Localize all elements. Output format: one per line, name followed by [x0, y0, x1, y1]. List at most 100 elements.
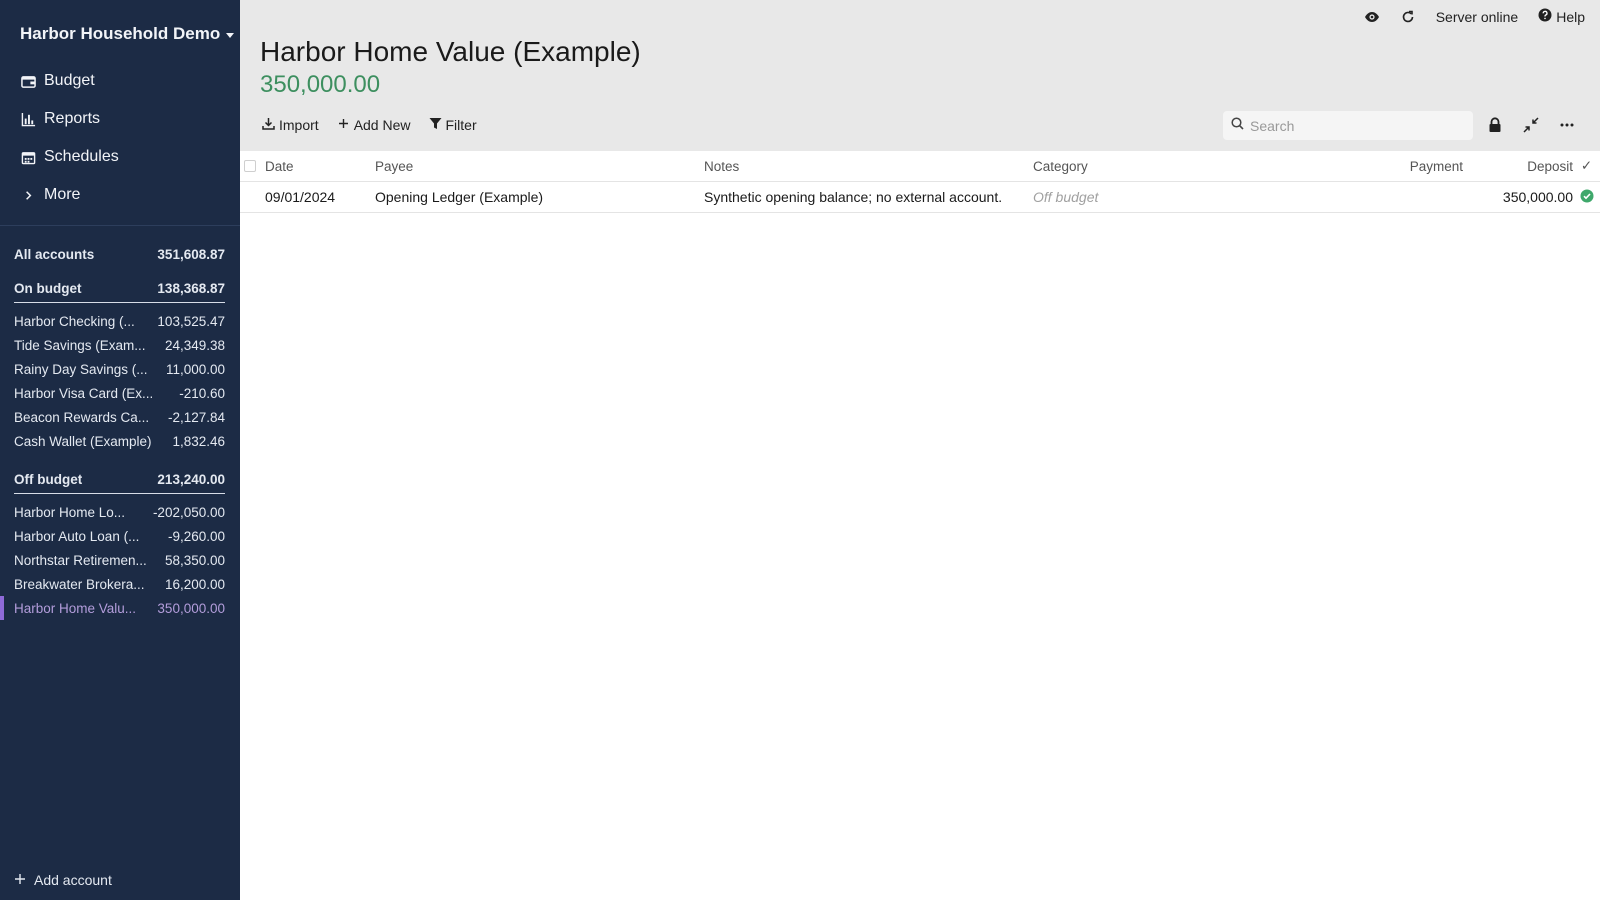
- chevron-right-icon: [20, 187, 36, 203]
- help-label: Help: [1556, 8, 1585, 25]
- search-input[interactable]: [1250, 117, 1460, 134]
- account-name: Harbor Checking (...: [14, 313, 135, 329]
- account-balance: 103,525.47: [157, 313, 225, 329]
- cell-payee[interactable]: Opening Ledger (Example): [375, 189, 704, 205]
- account-balance: 350,000.00: [157, 600, 225, 616]
- off-budget-group[interactable]: Off budget 213,240.00: [0, 467, 240, 491]
- nav-label: Reports: [44, 110, 101, 127]
- group-name: Off budget: [14, 471, 83, 487]
- account-name: Cash Wallet (Example): [14, 433, 152, 449]
- col-deposit[interactable]: Deposit: [1473, 159, 1573, 174]
- bar-chart-icon: [20, 111, 36, 127]
- account-item[interactable]: Harbor Home Lo... -202,050.00: [0, 500, 240, 524]
- col-cleared[interactable]: ✓: [1573, 158, 1600, 174]
- add-new-label: Add New: [353, 117, 411, 133]
- account-item[interactable]: Harbor Visa Card (Ex... -210.60: [0, 381, 240, 405]
- group-balance: 138,368.87: [157, 280, 225, 296]
- nav-item-schedules[interactable]: Schedules: [0, 138, 240, 176]
- budget-name-menu[interactable]: Harbor Household Demo: [20, 24, 235, 44]
- sidebar: Harbor Household Demo Budget Reports Sch…: [0, 0, 240, 900]
- add-account-button[interactable]: Add account: [14, 872, 112, 888]
- table-row[interactable]: 09/01/2024 Opening Ledger (Example) Synt…: [240, 182, 1600, 213]
- top-bar: Server online Help: [1364, 8, 1585, 25]
- select-all-checkbox[interactable]: [244, 160, 256, 172]
- search-icon: [1231, 116, 1244, 135]
- account-item[interactable]: Northstar Retiremen... 58,350.00: [0, 548, 240, 572]
- account-balance: 58,350.00: [164, 552, 225, 568]
- cleared-check-icon: [1580, 189, 1594, 206]
- collapse-icon[interactable]: [1522, 116, 1540, 134]
- col-payee[interactable]: Payee: [375, 159, 704, 174]
- account-balance: -210.60: [179, 385, 225, 401]
- account-name: Beacon Rewards Ca...: [14, 409, 150, 425]
- select-all-cell: [240, 160, 265, 172]
- col-date[interactable]: Date: [265, 159, 375, 174]
- group-balance: 213,240.00: [157, 471, 225, 487]
- eye-icon[interactable]: [1364, 9, 1380, 25]
- cell-deposit[interactable]: 350,000.00: [1473, 189, 1573, 205]
- account-name: Rainy Day Savings (...: [14, 361, 148, 377]
- nav-item-more[interactable]: More: [0, 176, 240, 214]
- nav-label: Schedules: [44, 148, 119, 165]
- account-item[interactable]: Harbor Checking (... 103,525.47: [0, 309, 240, 333]
- sidebar-nav: Budget Reports Schedules More: [0, 62, 240, 214]
- download-icon: [262, 117, 275, 133]
- col-category[interactable]: Category: [1033, 159, 1333, 174]
- account-item[interactable]: Tide Savings (Exam... 24,349.38: [0, 333, 240, 357]
- lock-icon[interactable]: [1486, 116, 1504, 134]
- nav-item-reports[interactable]: Reports: [0, 100, 240, 138]
- wallet-icon: [20, 73, 36, 89]
- account-title[interactable]: Harbor Home Value (Example): [260, 36, 641, 68]
- calendar-icon: [20, 149, 36, 165]
- account-name: Breakwater Brokera...: [14, 576, 145, 592]
- filter-label: Filter: [445, 117, 477, 133]
- add-new-button[interactable]: Add New: [337, 117, 411, 133]
- account-name: Harbor Auto Loan (...: [14, 528, 140, 544]
- account-item[interactable]: Breakwater Brokera... 16,200.00: [0, 572, 240, 596]
- account-balance: 1,832.46: [172, 433, 225, 449]
- toolbar: Import Add New Filter: [262, 117, 477, 133]
- on-budget-group[interactable]: On budget 138,368.87: [0, 276, 240, 300]
- filter-button[interactable]: Filter: [429, 117, 477, 133]
- help-icon: [1538, 8, 1552, 25]
- sync-icon[interactable]: [1400, 9, 1416, 25]
- cell-date[interactable]: 09/01/2024: [265, 189, 375, 205]
- budget-name: Harbor Household Demo: [20, 24, 221, 43]
- table-actions: [1486, 116, 1576, 134]
- server-status[interactable]: Server online: [1436, 9, 1519, 25]
- cell-category[interactable]: Off budget: [1033, 189, 1333, 205]
- account-balance: 16,200.00: [164, 576, 225, 592]
- group-divider: [14, 493, 225, 494]
- col-payment[interactable]: Payment: [1333, 159, 1473, 174]
- nav-item-budget[interactable]: Budget: [0, 62, 240, 100]
- account-balance: -9,260.00: [167, 528, 225, 544]
- table-header: Date Payee Notes Category Payment Deposi…: [240, 151, 1600, 182]
- group-name: On budget: [14, 280, 82, 296]
- col-notes[interactable]: Notes: [704, 159, 1033, 174]
- transactions-table: Date Payee Notes Category Payment Deposi…: [240, 151, 1600, 900]
- account-balance: -202,050.00: [152, 504, 225, 520]
- help-button[interactable]: Help: [1538, 8, 1585, 25]
- plus-icon: [337, 117, 350, 133]
- account-name: Harbor Home Valu...: [14, 600, 137, 616]
- account-item[interactable]: Harbor Auto Loan (... -9,260.00: [0, 524, 240, 548]
- account-item[interactable]: Rainy Day Savings (... 11,000.00: [0, 357, 240, 381]
- caret-down-icon: [226, 32, 235, 38]
- plus-icon: [14, 872, 26, 888]
- all-accounts[interactable]: All accounts 351,608.87: [0, 240, 240, 268]
- more-options-icon[interactable]: [1558, 116, 1576, 134]
- import-button[interactable]: Import: [262, 117, 319, 133]
- account-balance: 24,349.38: [164, 337, 225, 353]
- account-list: All accounts 351,608.87 On budget 138,36…: [0, 240, 240, 620]
- account-balance-total: 350,000.00: [260, 71, 381, 98]
- import-label: Import: [279, 117, 319, 133]
- cell-notes[interactable]: Synthetic opening balance; no external a…: [704, 189, 1033, 205]
- cell-cleared[interactable]: [1573, 189, 1600, 206]
- search-box[interactable]: [1223, 111, 1473, 140]
- sidebar-divider: [0, 225, 240, 226]
- account-item-selected[interactable]: Harbor Home Valu... 350,000.00: [0, 596, 240, 620]
- account-item[interactable]: Cash Wallet (Example) 1,832.46: [0, 429, 240, 453]
- account-item[interactable]: Beacon Rewards Ca... -2,127.84: [0, 405, 240, 429]
- group-divider: [14, 302, 225, 303]
